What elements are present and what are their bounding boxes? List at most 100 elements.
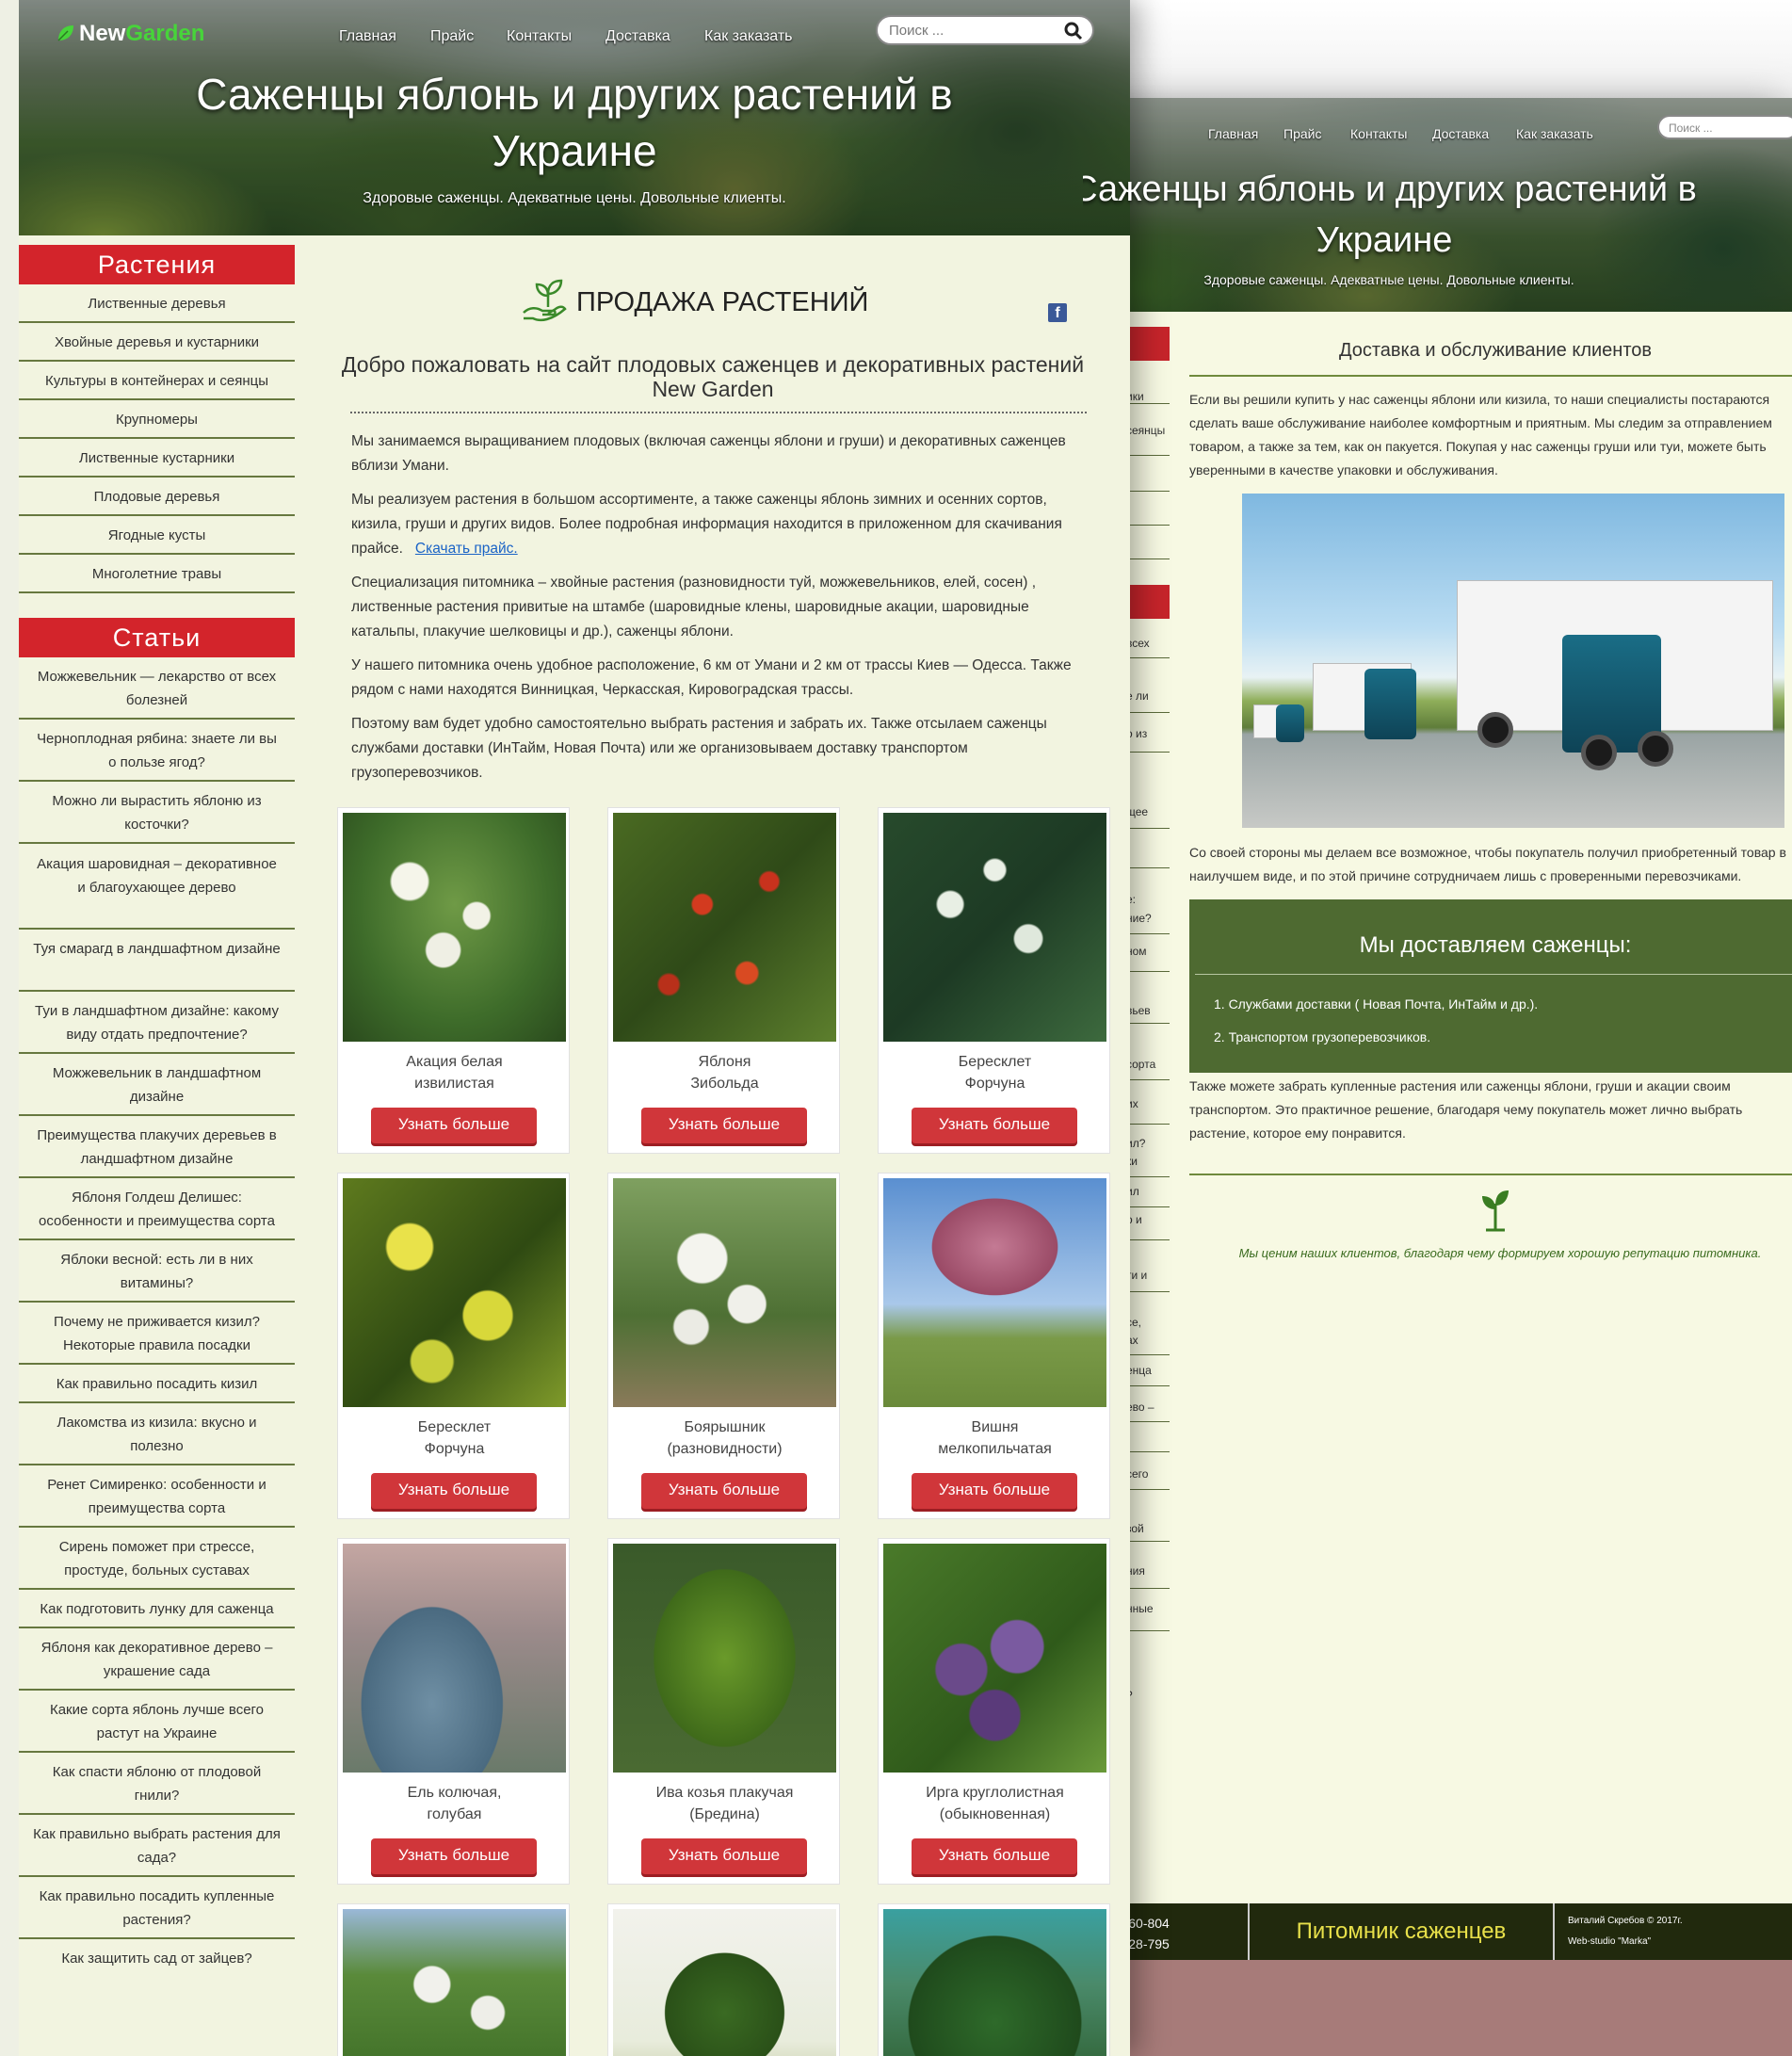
product-name: Бересклет Форчуна [417,1419,492,1457]
sidebar-item-article[interactable]: Яблоня как декоративное дерево – украшен… [19,1628,295,1691]
back-nav-how-to-order[interactable]: Как заказать [1516,126,1593,141]
product-card[interactable]: Ива козья плакучая (Бредина) Узнать больш… [607,1538,840,1885]
learn-more-button[interactable]: Узнать больше [641,1473,807,1509]
sidebar-item-article[interactable]: Сирень поможет при стрессе, простуде, бо… [19,1528,295,1590]
sidebar-item-plants[interactable]: Крупномеры [19,400,295,439]
sidebar-item-article[interactable]: Яблоня Голдеш Делишес: особенности и пре… [19,1178,295,1240]
sidebar-item-article[interactable]: Акация шаровидная – декоративное и благо… [19,844,295,930]
product-card[interactable] [337,1903,570,2056]
search-input[interactable]: Поиск ... [876,15,1094,45]
download-price-link[interactable]: Скачать прайс. [415,541,518,557]
sidebar-item-article[interactable]: Яблоки весной: есть ли в них витамины? [19,1240,295,1303]
nav-home[interactable]: Главная [339,28,396,45]
sidebar-item-article[interactable]: Туя смарагд в ландшафтном дизайне [19,930,295,992]
learn-more-button[interactable]: Узнать больше [912,1108,1077,1143]
back-sidebar-item[interactable]: нные [1126,1602,1154,1615]
sidebar-item-article[interactable]: Туи в ландшафтном дизайне: какому виду о… [19,992,295,1054]
product-image[interactable] [883,1544,1106,1773]
sidebar-item-plants[interactable]: Многолетние травы [19,555,295,593]
back-sidebar-item[interactable]: сеянцы [1126,424,1165,437]
nav-how-to-order[interactable]: Как заказать [704,28,793,45]
sidebar-item-article[interactable]: Преимущества плакучих деревьев в ландшаф… [19,1116,295,1178]
product-image[interactable] [883,1178,1106,1407]
product-card[interactable] [607,1903,840,2056]
back-sidebar-item[interactable]: сорта [1126,1058,1155,1071]
learn-more-button[interactable]: Узнать больше [912,1838,1077,1874]
footer-brand: Питомник саженцев [1248,1903,1555,1960]
facebook-icon[interactable]: f [1048,303,1067,322]
product-image[interactable] [613,1178,836,1407]
learn-more-button[interactable]: Узнать больше [641,1108,807,1143]
nav-contacts[interactable]: Контакты [507,28,572,45]
product-card[interactable]: Вишня мелкопильчатая Узнать больше [878,1173,1110,1519]
product-name: Ива козья плакучая (Бредина) [655,1785,794,1822]
product-image[interactable] [613,813,836,1042]
sidebar-item-plants[interactable]: Плодовые деревья [19,478,295,516]
product-card[interactable]: Бересклет Форчуна Узнать больше [878,807,1110,1154]
product-image[interactable] [343,1544,566,1773]
delivery-method-item: 2. Транспортом грузоперевозчиков. [1214,1029,1431,1044]
back-nav-home[interactable]: Главная [1208,126,1258,141]
sidebar-item-article[interactable]: Как спасти яблоню от плодовой гнили? [19,1753,295,1815]
page-subtitle: Здоровые саженцы. Адекватные цены. Довол… [363,190,786,206]
delivery-paragraph-2: Со своей стороны мы делаем все возможное… [1189,845,1786,883]
sidebar-item-article[interactable]: Ренет Симиренко: особенности и преимущес… [19,1465,295,1528]
sidebar-item-article[interactable]: Как правильно выбрать растения для сада? [19,1815,295,1877]
back-sidebar-item[interactable]: енца [1126,1364,1152,1377]
back-header: Главная Прайс Контакты Доставка Как зака… [1083,98,1792,312]
sidebar-item-article[interactable]: Можно ли вырастить яблоню из косточки? [19,782,295,844]
back-nav-contacts[interactable]: Контакты [1350,126,1407,141]
learn-more-button[interactable]: Узнать больше [371,1473,537,1509]
delivery-methods-box: Мы доставляем саженцы: 1. Службами доста… [1189,899,1792,1073]
product-image[interactable] [343,813,566,1042]
product-image[interactable] [343,1909,566,2056]
site-header: NewGarden Главная Прайс Контакты Доставк… [19,0,1130,235]
sidebar-item-article[interactable]: Как защитить сад от зайцев? [19,1939,295,1978]
product-image[interactable] [613,1544,836,1773]
back-nav-delivery[interactable]: Доставка [1432,126,1489,141]
sidebar-item-article[interactable]: Как подготовить лунку для саженца [19,1590,295,1628]
back-sidebar-item[interactable]: ние? [1126,912,1152,925]
sidebar-item-plants[interactable]: Культуры в контейнерах и сеянцы [19,362,295,400]
sidebar-item-article[interactable]: Можжевельник в ландшафтном дизайне [19,1054,295,1116]
sidebar-item-plants[interactable]: Лиственные кустарники [19,439,295,478]
intro-paragraph: Мы занимаемся выращиванием плодовых (вкл… [351,433,1066,474]
product-image[interactable] [343,1178,566,1407]
product-card[interactable]: Ель колючая, голубая Узнать больше [337,1538,570,1885]
learn-more-button[interactable]: Узнать больше [641,1838,807,1874]
product-card[interactable] [878,1903,1110,2056]
sidebar-item-article[interactable]: Почему не приживается кизил? Некоторые п… [19,1303,295,1365]
sidebar-item-plants[interactable]: Лиственные деревья [19,284,295,323]
sidebar-item-article[interactable]: Лакомства из кизила: вкусно и полезно [19,1403,295,1465]
product-name: Ель колючая, голубая [407,1785,502,1822]
product-card[interactable]: Боярышник (разновидности) Узнать больше [607,1173,840,1519]
product-card[interactable]: Бересклет Форчуна Узнать больше [337,1173,570,1519]
learn-more-button[interactable]: Узнать больше [371,1838,537,1874]
sale-heading: ПРОДАЖА РАСТЕНИЙ [520,275,868,324]
product-image[interactable] [613,1909,836,2056]
nav-price[interactable]: Прайс [430,28,474,45]
nav-delivery[interactable]: Доставка [605,28,670,45]
back-nav-price[interactable]: Прайс [1283,126,1321,141]
learn-more-button[interactable]: Узнать больше [371,1108,537,1143]
product-card[interactable]: Ирга круглолистная (обыкновенная) Узнать … [878,1538,1110,1885]
product-image[interactable] [883,1909,1106,2056]
sidebar-item-article[interactable]: Как правильно посадить кизил [19,1365,295,1403]
sidebar-item-plants[interactable]: Хвойные деревья и кустарники [19,323,295,362]
product-card[interactable]: Яблоня Зибольда Узнать больше [607,807,840,1154]
product-image[interactable] [883,813,1106,1042]
learn-more-button[interactable]: Узнать больше [912,1473,1077,1509]
back-search-input[interactable]: Поиск ... [1657,115,1792,139]
sidebar-item-article[interactable]: Черноплодная рябина: знаете ли вы о поль… [19,720,295,782]
product-card[interactable]: Акация белая извилистая Узнать больше [337,807,570,1154]
sidebar-item-article[interactable]: Как правильно посадить купленные растени… [19,1877,295,1939]
product-name: Акация белая извилистая [406,1054,503,1092]
search-icon[interactable] [1064,22,1083,40]
intro-paragraph: Специализация питомника – хвойные растен… [351,575,1037,639]
sidebar-item-article[interactable]: Можжевельник — лекарство от всех болезне… [19,657,295,720]
sidebar-item-plants[interactable]: Ягодные кусты [19,516,295,555]
background-page-delivery: Главная Прайс Контакты Доставка Как зака… [1083,98,1792,2056]
site-logo[interactable]: NewGarden [57,21,204,47]
sidebar-item-article[interactable]: Какие сорта яблонь лучше всего растут на… [19,1691,295,1753]
back-sidebar-item[interactable]: ево – [1126,1400,1154,1414]
